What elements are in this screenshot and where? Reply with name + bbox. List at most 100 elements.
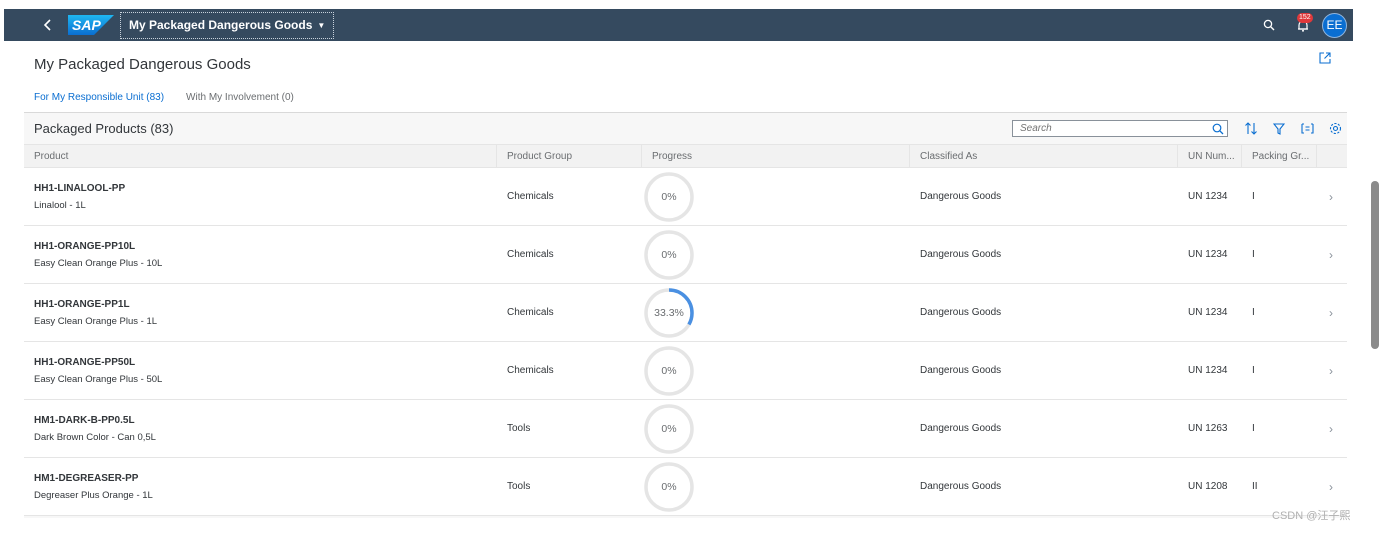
table-toolbar: Packaged Products (83) [24,113,1347,144]
table-header: Product Product Group Progress Classifie… [24,144,1347,168]
tab-involvement[interactable]: With My Involvement (0) [186,90,294,114]
product-description: Easy Clean Orange Plus - 1L [34,315,158,327]
column-header-product-group[interactable]: Product Group [497,145,642,167]
shell-search-button[interactable] [1256,12,1282,38]
tab-bar: For My Responsible Unit (83) With My Inv… [34,90,316,114]
progress-ring: 0% [643,171,695,223]
product-group-cell: Chemicals [507,191,554,202]
table-search-field[interactable] [1012,120,1228,137]
group-button[interactable] [1293,120,1321,137]
user-avatar[interactable]: EE [1322,12,1347,38]
caret-down-icon: ▼ [317,20,326,30]
share-icon [1319,52,1331,64]
classified-as-cell: Dangerous Goods [920,481,1002,492]
chevron-left-icon [43,19,51,31]
app-title: My Packaged Dangerous Goods [129,18,313,32]
progress-ring: 0% [643,403,695,455]
product-group-cell: Chemicals [507,365,554,376]
group-icon [1300,123,1314,134]
un-number-cell: UN 1234 [1188,307,1228,318]
table-search-input[interactable] [1013,123,1203,134]
product-id: HH1-ORANGE-PP1L [34,298,130,310]
progress-cell: 0% [642,400,910,457]
table-row[interactable]: HH1-ORANGE-PP50L Easy Clean Orange Plus … [24,342,1347,400]
product-cell: HH1-ORANGE-PP1L Easy Clean Orange Plus -… [24,284,497,341]
un-number-cell: UN 1263 [1188,423,1228,434]
product-group-cell: Tools [507,423,531,434]
table-body: HH1-LINALOOL-PP Linalool - 1L Chemicals … [24,168,1347,516]
progress-label: 0% [661,422,677,435]
product-description: Easy Clean Orange Plus - 10L [34,257,163,269]
search-icon[interactable] [1212,122,1224,140]
progress-ring: 33.3% [643,287,695,339]
product-cell: HM1-DARK-B-PP0.5L Dark Brown Color - Can… [24,400,497,457]
vertical-scrollbar[interactable] [1371,181,1379,349]
product-cell: HH1-LINALOOL-PP Linalool - 1L [24,168,497,225]
progress-cell: 0% [642,342,910,399]
table-row[interactable]: HH1-ORANGE-PP1L Easy Clean Orange Plus -… [24,284,1347,342]
share-button[interactable] [1318,51,1334,67]
progress-label: 33.3% [654,306,684,319]
product-description: Linalool - 1L [34,199,86,211]
settings-button[interactable] [1321,120,1349,137]
column-header-packing-group[interactable]: Packing Gr... [1242,145,1317,167]
table-row[interactable]: HH1-ORANGE-PP10L Easy Clean Orange Plus … [24,226,1347,284]
watermark: CSDN @汪子熙 [1272,510,1351,522]
notification-badge: 152 [1297,13,1313,23]
sap-logo[interactable]: SAP [68,15,114,35]
packing-group-cell: I [1252,307,1255,318]
chevron-right-icon[interactable]: › [1329,284,1333,341]
column-header-progress[interactable]: Progress [642,145,910,167]
progress-label: 0% [661,248,677,261]
column-header-product[interactable]: Product [24,145,497,167]
app-title-menu-button[interactable]: My Packaged Dangerous Goods ▼ [120,11,335,39]
sort-button[interactable] [1237,120,1265,137]
product-id: HM1-DEGREASER-PP [34,472,139,484]
product-group-cell: Tools [507,481,531,492]
un-number-cell: UN 1234 [1188,249,1228,260]
chevron-right-icon[interactable]: › [1329,400,1333,457]
chevron-right-icon[interactable]: › [1329,226,1333,283]
chevron-right-icon[interactable]: › [1329,342,1333,399]
table-row[interactable]: HH1-LINALOOL-PP Linalool - 1L Chemicals … [24,168,1347,226]
shell-bar: SAP My Packaged Dangerous Goods ▼ 152 EE [4,9,1353,41]
product-cell: HM1-DEGREASER-PP Degreaser Plus Orange -… [24,458,497,515]
classified-as-cell: Dangerous Goods [920,423,1002,434]
sort-icon [1245,122,1257,135]
classified-as-cell: Dangerous Goods [920,191,1002,202]
progress-ring: 0% [643,345,695,397]
product-id: HH1-LINALOOL-PP [34,182,126,194]
filter-button[interactable] [1265,120,1293,137]
un-number-cell: UN 1234 [1188,191,1228,202]
product-id: HH1-ORANGE-PP10L [34,240,136,252]
back-button[interactable] [34,9,62,41]
product-description: Degreaser Plus Orange - 1L [34,489,153,501]
product-id: HM1-DARK-B-PP0.5L [34,414,135,426]
filter-icon [1273,122,1285,135]
product-group-cell: Chemicals [507,307,554,318]
notifications-button[interactable]: 152 [1290,12,1316,38]
product-description: Dark Brown Color - Can 0,5L [34,431,156,443]
classified-as-cell: Dangerous Goods [920,365,1002,376]
packing-group-cell: I [1252,365,1255,376]
progress-label: 0% [661,364,677,377]
tab-responsible-unit[interactable]: For My Responsible Unit (83) [34,90,165,114]
page-title: My Packaged Dangerous Goods [34,56,251,73]
un-number-cell: UN 1234 [1188,365,1228,376]
packing-group-cell: I [1252,423,1255,434]
table-row[interactable]: HM1-DEGREASER-PP Degreaser Plus Orange -… [24,458,1347,516]
sap-logo-text: SAP [72,17,101,33]
chevron-right-icon[interactable]: › [1329,168,1333,225]
progress-cell: 0% [642,226,910,283]
packing-group-cell: I [1252,191,1255,202]
product-cell: HH1-ORANGE-PP50L Easy Clean Orange Plus … [24,342,497,399]
column-header-un-number[interactable]: UN Num... [1178,145,1242,167]
search-icon [1263,19,1275,31]
table-row[interactable]: HM1-DARK-B-PP0.5L Dark Brown Color - Can… [24,400,1347,458]
column-header-classified-as[interactable]: Classified As [910,145,1178,167]
classified-as-cell: Dangerous Goods [920,249,1002,260]
un-number-cell: UN 1208 [1188,481,1228,492]
progress-ring: 0% [643,461,695,513]
classified-as-cell: Dangerous Goods [920,307,1002,318]
progress-ring: 0% [643,229,695,281]
